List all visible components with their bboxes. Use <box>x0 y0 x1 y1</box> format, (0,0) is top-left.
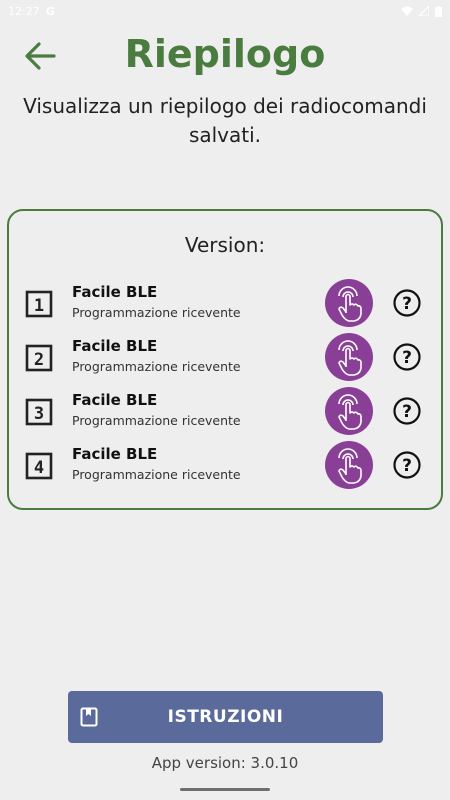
status-time: 12:27 <box>8 4 40 18</box>
help-button[interactable]: ? <box>392 342 422 372</box>
remote-name: Facile BLE <box>72 391 158 409</box>
help-button[interactable]: ? <box>392 450 422 480</box>
svg-text:3: 3 <box>34 404 44 424</box>
svg-text:?: ? <box>402 294 412 314</box>
remote-row: 3 Facile BLE Programmazione ricevente ? <box>9 387 441 441</box>
istruzioni-label: ISTRUZIONI <box>167 707 284 727</box>
tap-hand-icon <box>338 448 362 484</box>
question-circle-icon: ? <box>393 451 421 479</box>
tap-hand-icon <box>338 286 362 322</box>
header: Riepilogo <box>0 30 450 82</box>
question-circle-icon: ? <box>393 343 421 371</box>
svg-text:?: ? <box>402 402 412 422</box>
svg-text:?: ? <box>402 348 412 368</box>
card-title: Version: <box>184 233 266 257</box>
help-button[interactable]: ? <box>392 288 422 318</box>
remote-name: Facile BLE <box>72 283 158 301</box>
touch-button[interactable] <box>325 387 373 435</box>
page-subtitle: Visualizza un riepilogo dei radiocomandi… <box>23 94 427 147</box>
question-circle-icon: ? <box>393 289 421 317</box>
help-button[interactable]: ? <box>392 396 422 426</box>
touch-button[interactable] <box>325 441 373 489</box>
number-four-icon: 4 <box>25 452 53 480</box>
tap-hand-icon <box>338 340 362 376</box>
wifi-icon <box>401 6 413 16</box>
number-two-icon: 2 <box>25 344 53 372</box>
number-one-icon: 1 <box>25 290 53 318</box>
remotes-card: Version: 1 Facile BLE Programmazione ric… <box>7 209 443 510</box>
remote-description: Programmazione ricevente <box>72 413 241 428</box>
remote-description: Programmazione ricevente <box>72 467 241 482</box>
carrier-icon: G <box>45 4 55 18</box>
touch-button[interactable] <box>325 333 373 381</box>
svg-text:2: 2 <box>34 350 44 370</box>
remote-name: Facile BLE <box>72 445 158 463</box>
remote-row: 2 Facile BLE Programmazione ricevente ? <box>9 333 441 387</box>
battery-icon <box>435 5 442 17</box>
signal-icon <box>419 6 429 16</box>
page-title: Riepilogo <box>124 32 326 76</box>
home-indicator[interactable] <box>180 788 270 791</box>
remote-row: 4 Facile BLE Programmazione ricevente ? <box>9 441 441 495</box>
remote-description: Programmazione ricevente <box>72 359 241 374</box>
remote-description: Programmazione ricevente <box>72 305 241 320</box>
svg-text:4: 4 <box>34 458 44 478</box>
status-bar: 12:27 G <box>0 0 450 22</box>
svg-text:?: ? <box>402 456 412 476</box>
book-icon <box>80 707 98 727</box>
remote-row: 1 Facile BLE Programmazione ricevente ? <box>9 279 441 333</box>
istruzioni-button[interactable]: ISTRUZIONI <box>68 691 383 743</box>
number-three-icon: 3 <box>25 398 53 426</box>
question-circle-icon: ? <box>393 397 421 425</box>
tap-hand-icon <box>338 394 362 430</box>
app-version: App version: 3.0.10 <box>151 754 299 772</box>
svg-text:1: 1 <box>34 296 44 316</box>
remote-name: Facile BLE <box>72 337 158 355</box>
touch-button[interactable] <box>325 279 373 327</box>
